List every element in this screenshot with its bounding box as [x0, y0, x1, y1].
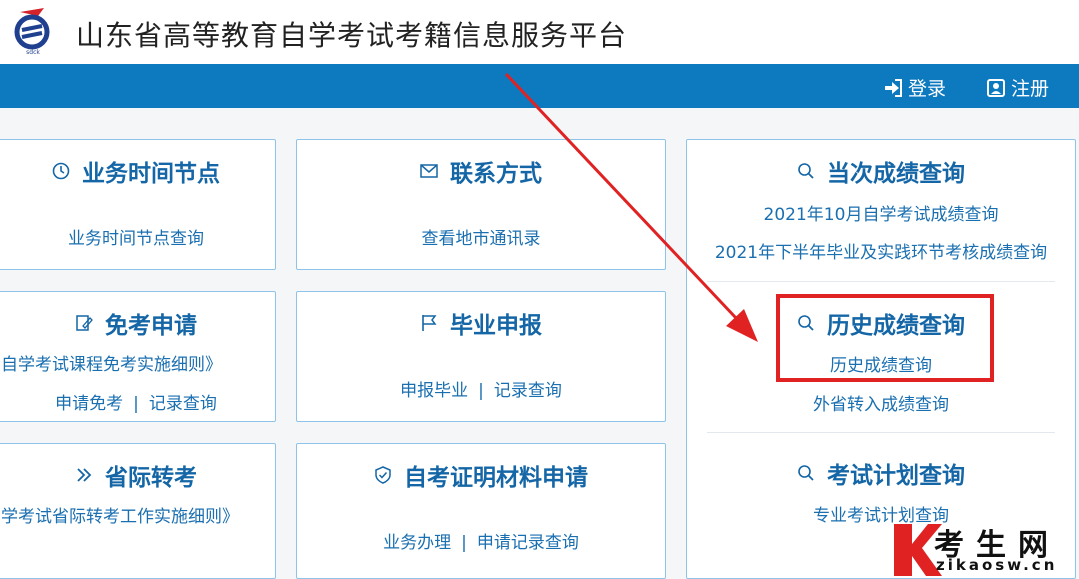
card-schedule-title-text: 业务时间节点 — [82, 161, 220, 187]
card-transfer: 省际转考 学考试省际转考工作实施细则》 — [0, 443, 276, 579]
card-exemption: 免考申请 自学考试课程免考实施细则》 申请免考 | 记录查询 — [0, 291, 276, 422]
site-title: 山东省高等教育自学考试考籍信息服务平台 — [76, 19, 628, 52]
clock-icon — [52, 162, 70, 180]
exemption-rules-link[interactable]: 自学考试课程免考实施细则》 — [1, 355, 222, 375]
2021-h2-graduation-scores-link[interactable]: 2021年下半年毕业及实践环节考核成绩查询 — [715, 243, 1047, 263]
register-link[interactable]: 注册 — [987, 74, 1049, 101]
watermark-url: zikaosw.cn — [936, 556, 1058, 574]
card-certificate-title-text: 自考证明材料申请 — [404, 465, 588, 491]
transferred-scores-link[interactable]: 外省转入成绩查询 — [813, 395, 949, 415]
double-chevron-right-icon — [75, 466, 93, 484]
register-icon — [987, 78, 1005, 97]
separator: | — [478, 381, 484, 401]
search-icon — [797, 464, 815, 482]
transfer-rules-link[interactable]: 学考试省际转考工作实施细则》 — [1, 507, 239, 527]
login-link[interactable]: 登录 — [884, 74, 946, 101]
separator: | — [461, 533, 467, 553]
card-contact-title: 联系方式 — [297, 154, 665, 188]
apply-exemption-link[interactable]: 申请免考 — [55, 394, 123, 414]
contact-directory-link[interactable]: 查看地市通讯录 — [422, 229, 541, 249]
card-graduation-title-text: 毕业申报 — [450, 313, 542, 339]
card-schedule: 业务时间节点 业务时间节点查询 — [0, 139, 276, 270]
card-contact: 联系方式 查看地市通讯录 — [296, 139, 666, 270]
envelope-icon — [420, 164, 438, 178]
apply-graduation-link[interactable]: 申报毕业 — [400, 381, 468, 401]
exam-plan-title-text: 考试计划查询 — [827, 463, 965, 489]
exemption-records-link[interactable]: 记录查询 — [149, 394, 217, 414]
schedule-query-link[interactable]: 业务时间节点查询 — [68, 229, 204, 249]
card-contact-title-text: 联系方式 — [450, 161, 542, 187]
divider — [707, 281, 1055, 282]
card-exemption-title-text: 免考申请 — [105, 313, 197, 339]
site-logo[interactable]: sdck — [10, 6, 56, 56]
shield-check-icon — [374, 466, 392, 484]
register-label: 注册 — [1011, 78, 1050, 100]
card-transfer-title-text: 省际转考 — [105, 465, 197, 491]
search-icon — [797, 162, 815, 180]
card-certificate-title: 自考证明材料申请 — [297, 458, 665, 492]
graduation-records-link[interactable]: 记录查询 — [494, 381, 562, 401]
login-icon — [885, 78, 902, 97]
logo-text: sdck — [26, 49, 40, 56]
edit-document-icon — [75, 314, 93, 332]
card-exemption-title: 免考申请 — [0, 306, 275, 340]
certificate-handle-link[interactable]: 业务办理 — [383, 533, 451, 553]
header: sdck 山东省高等教育自学考试考籍信息服务平台 — [0, 0, 1079, 64]
annotation-highlight-box — [776, 294, 994, 382]
current-scores-title-text: 当次成绩查询 — [827, 161, 965, 187]
card-schedule-title: 业务时间节点 — [0, 154, 275, 188]
separator: | — [133, 394, 139, 414]
card-transfer-title: 省际转考 — [0, 458, 275, 492]
card-certificate: 自考证明材料申请 业务办理 | 申请记录查询 — [296, 443, 666, 579]
flag-icon — [420, 314, 438, 332]
card-graduation-title: 毕业申报 — [297, 306, 665, 340]
certificate-records-link[interactable]: 申请记录查询 — [477, 533, 579, 553]
oct-2021-scores-link[interactable]: 2021年10月自学考试成绩查询 — [764, 205, 999, 225]
card-graduation: 毕业申报 申报毕业 | 记录查询 — [296, 291, 666, 422]
exam-plan-title: 考试计划查询 — [687, 456, 1075, 490]
current-scores-title: 当次成绩查询 — [687, 154, 1075, 188]
top-navbar: 登录 注册 — [0, 64, 1079, 108]
login-label: 登录 — [908, 78, 947, 100]
divider — [707, 432, 1055, 433]
